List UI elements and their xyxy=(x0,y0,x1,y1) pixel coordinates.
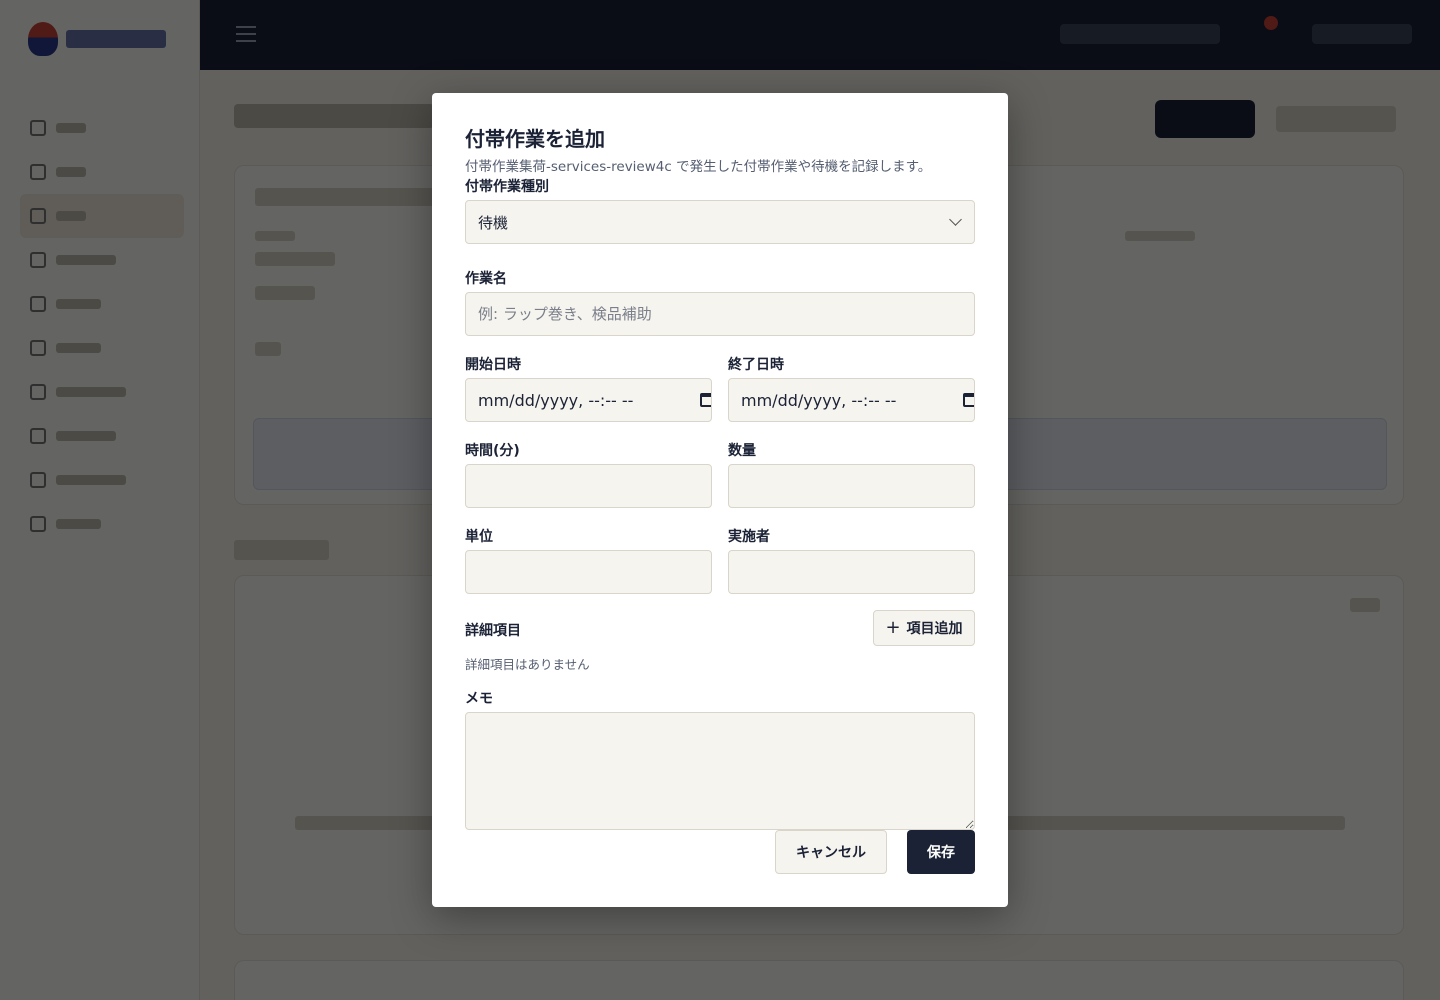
performer-label: 実施者 xyxy=(728,529,770,545)
memo-textarea[interactable] xyxy=(465,712,975,830)
work-type-label: 付帯作業種別 xyxy=(465,179,549,195)
unit-label: 単位 xyxy=(465,529,493,545)
unit-input[interactable] xyxy=(465,550,712,594)
dialog-title: 付帯作業を追加 xyxy=(465,127,605,151)
plus-icon: + xyxy=(885,617,901,638)
memo-label: メモ xyxy=(465,691,493,707)
duration-input[interactable] xyxy=(465,464,712,508)
end-datetime-input[interactable]: mm/dd/yyyy, --:-- -- xyxy=(728,378,975,422)
add-work-dialog: 付帯作業を追加 付帯作業集荷-services-review4c で発生した付帯… xyxy=(432,93,1008,907)
add-detail-item-label: 項目追加 xyxy=(906,621,963,637)
dialog-description: 付帯作業集荷-services-review4c で発生した付帯作業や待機を記録… xyxy=(465,159,932,175)
start-datetime-label: 開始日時 xyxy=(465,357,521,373)
calendar-icon[interactable] xyxy=(963,393,974,407)
work-name-label: 作業名 xyxy=(465,271,507,287)
start-datetime-input[interactable]: mm/dd/yyyy, --:-- -- xyxy=(465,378,712,422)
calendar-icon[interactable] xyxy=(700,393,711,407)
duration-label: 時間(分) xyxy=(465,443,520,459)
end-datetime-label: 終了日時 xyxy=(728,357,784,373)
detail-items-empty-text: 詳細項目はありません xyxy=(465,657,590,672)
quantity-label: 数量 xyxy=(728,443,756,459)
performer-input[interactable] xyxy=(728,550,975,594)
chevron-down-icon xyxy=(949,213,962,226)
detail-items-label: 詳細項目 xyxy=(465,623,521,639)
work-name-input[interactable] xyxy=(465,292,975,336)
work-type-select[interactable]: 待機 xyxy=(465,200,975,244)
work-type-value: 待機 xyxy=(478,213,509,232)
end-datetime-placeholder: mm/dd/yyyy, --:-- -- xyxy=(741,390,897,410)
quantity-input[interactable] xyxy=(728,464,975,508)
save-button[interactable]: 保存 xyxy=(907,830,975,874)
cancel-button[interactable]: キャンセル xyxy=(775,830,887,874)
add-detail-item-button[interactable]: + 項目追加 xyxy=(873,610,975,646)
start-datetime-placeholder: mm/dd/yyyy, --:-- -- xyxy=(478,390,634,410)
